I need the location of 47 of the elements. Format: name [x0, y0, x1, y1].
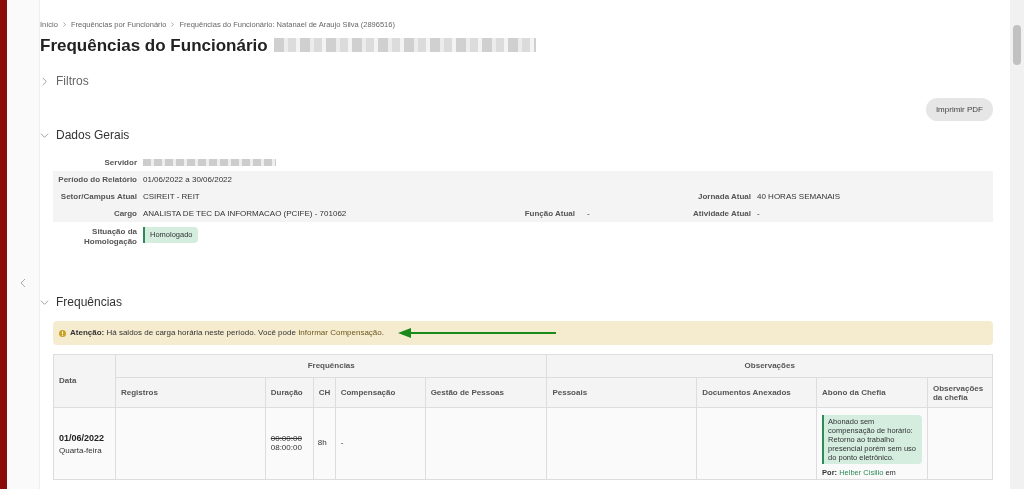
- column-header: Pessoais: [546, 377, 697, 408]
- field-value: -: [757, 207, 760, 220]
- warning-icon: [59, 329, 66, 337]
- table-cell: -: [340, 438, 344, 448]
- date-text: 01/06/2022: [59, 432, 106, 446]
- field-value: 40 HORAS SEMANAIS: [757, 190, 841, 203]
- column-header: Gestão de Pessoas: [425, 377, 547, 408]
- column-header: Compensação: [335, 377, 426, 408]
- field-label: Função Atual: [523, 207, 576, 220]
- field-label: Servidor: [103, 156, 138, 169]
- column-header: Abono da Chefia: [816, 377, 928, 408]
- field-label: Cargo: [112, 207, 138, 220]
- breadcrumb-separator-icon: [62, 22, 66, 28]
- column-header: Duração: [265, 377, 314, 408]
- chevron-down-icon[interactable]: [40, 297, 49, 307]
- column-header: Observações da chefia: [927, 377, 993, 408]
- chevron-down-icon[interactable]: [40, 130, 49, 140]
- field-label: Período do Relatório: [57, 173, 138, 186]
- scrollbar[interactable]: [1010, 0, 1024, 489]
- field-value: -: [587, 207, 591, 220]
- column-header: CH: [313, 377, 336, 408]
- section-title[interactable]: Dados Gerais: [56, 126, 130, 145]
- column-header: Data: [53, 354, 116, 408]
- field-label: Situação da Homologação: [83, 227, 138, 248]
- field-label: Setor/Campus Atual: [59, 190, 138, 203]
- field-label: Atividade Atual: [692, 207, 752, 220]
- collapse-chevron-icon[interactable]: [20, 278, 26, 288]
- field-value: ANALISTA DE TEC DA INFORMACAO (PCIFE) - 701062: [143, 207, 348, 220]
- chevron-right-icon[interactable]: [40, 76, 49, 86]
- old-duration-text: 00:00:00: [270, 434, 303, 444]
- field-value: 01/06/2022 a 30/06/2022: [143, 173, 233, 186]
- field-label: Jornada Atual: [696, 190, 752, 203]
- column-header: Registros: [115, 377, 266, 408]
- column-header: Frequências: [115, 354, 547, 378]
- field-value: CSIREIT - REIT: [143, 190, 201, 203]
- duration-text: 08:00:00: [270, 443, 303, 453]
- print-button[interactable]: Imprimir PDF: [925, 98, 993, 122]
- page-title: Frequências do Funcionário: [40, 34, 268, 57]
- alert-link[interactable]: Informar Compensação: [298, 328, 382, 338]
- column-header: Observações: [546, 354, 993, 378]
- section-title[interactable]: Frequências: [56, 293, 123, 312]
- breadcrumb-separator-icon: [171, 22, 175, 28]
- section-title[interactable]: Filtros: [56, 72, 89, 91]
- alert-text: Atenção: Há saldos de carga horária neste período. Você pode Informar Compensação.: [70, 327, 384, 340]
- weekday-text: Quarta-feira: [59, 445, 103, 455]
- table-cell: 8h: [317, 438, 327, 448]
- column-header: Documentos Anexados: [696, 377, 817, 408]
